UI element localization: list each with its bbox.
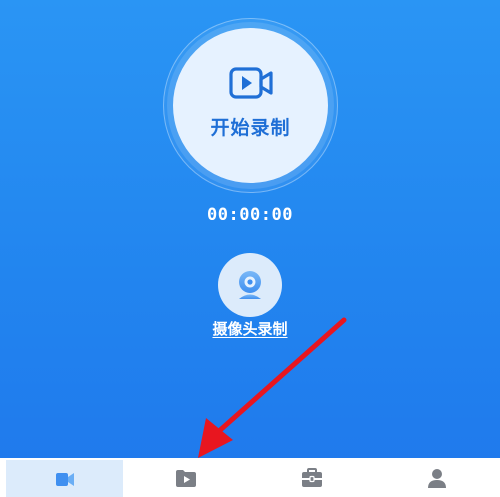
start-recording-button[interactable]: 开始录制 <box>173 28 328 183</box>
bottom-tab-bar <box>0 458 500 497</box>
toolbox-icon <box>301 467 322 487</box>
webcam-record-label[interactable]: 摄像头录制 <box>0 318 500 339</box>
tab-profile[interactable] <box>374 458 500 497</box>
tab-videos[interactable] <box>123 458 249 497</box>
recording-timer: 00:00:00 <box>207 205 293 225</box>
folder-play-icon <box>175 469 196 487</box>
start-recording-label: 开始录制 <box>210 117 291 139</box>
tab-tools[interactable] <box>249 458 375 497</box>
webcam-record-button[interactable] <box>218 253 282 317</box>
person-icon <box>428 468 447 488</box>
main-area: 开始录制 00:00:00 摄像头录制 <box>0 0 500 458</box>
video-camera-icon <box>228 67 273 99</box>
webcam-icon <box>239 271 261 299</box>
record-tab-icon <box>55 472 74 486</box>
tab-record[interactable] <box>6 460 123 497</box>
